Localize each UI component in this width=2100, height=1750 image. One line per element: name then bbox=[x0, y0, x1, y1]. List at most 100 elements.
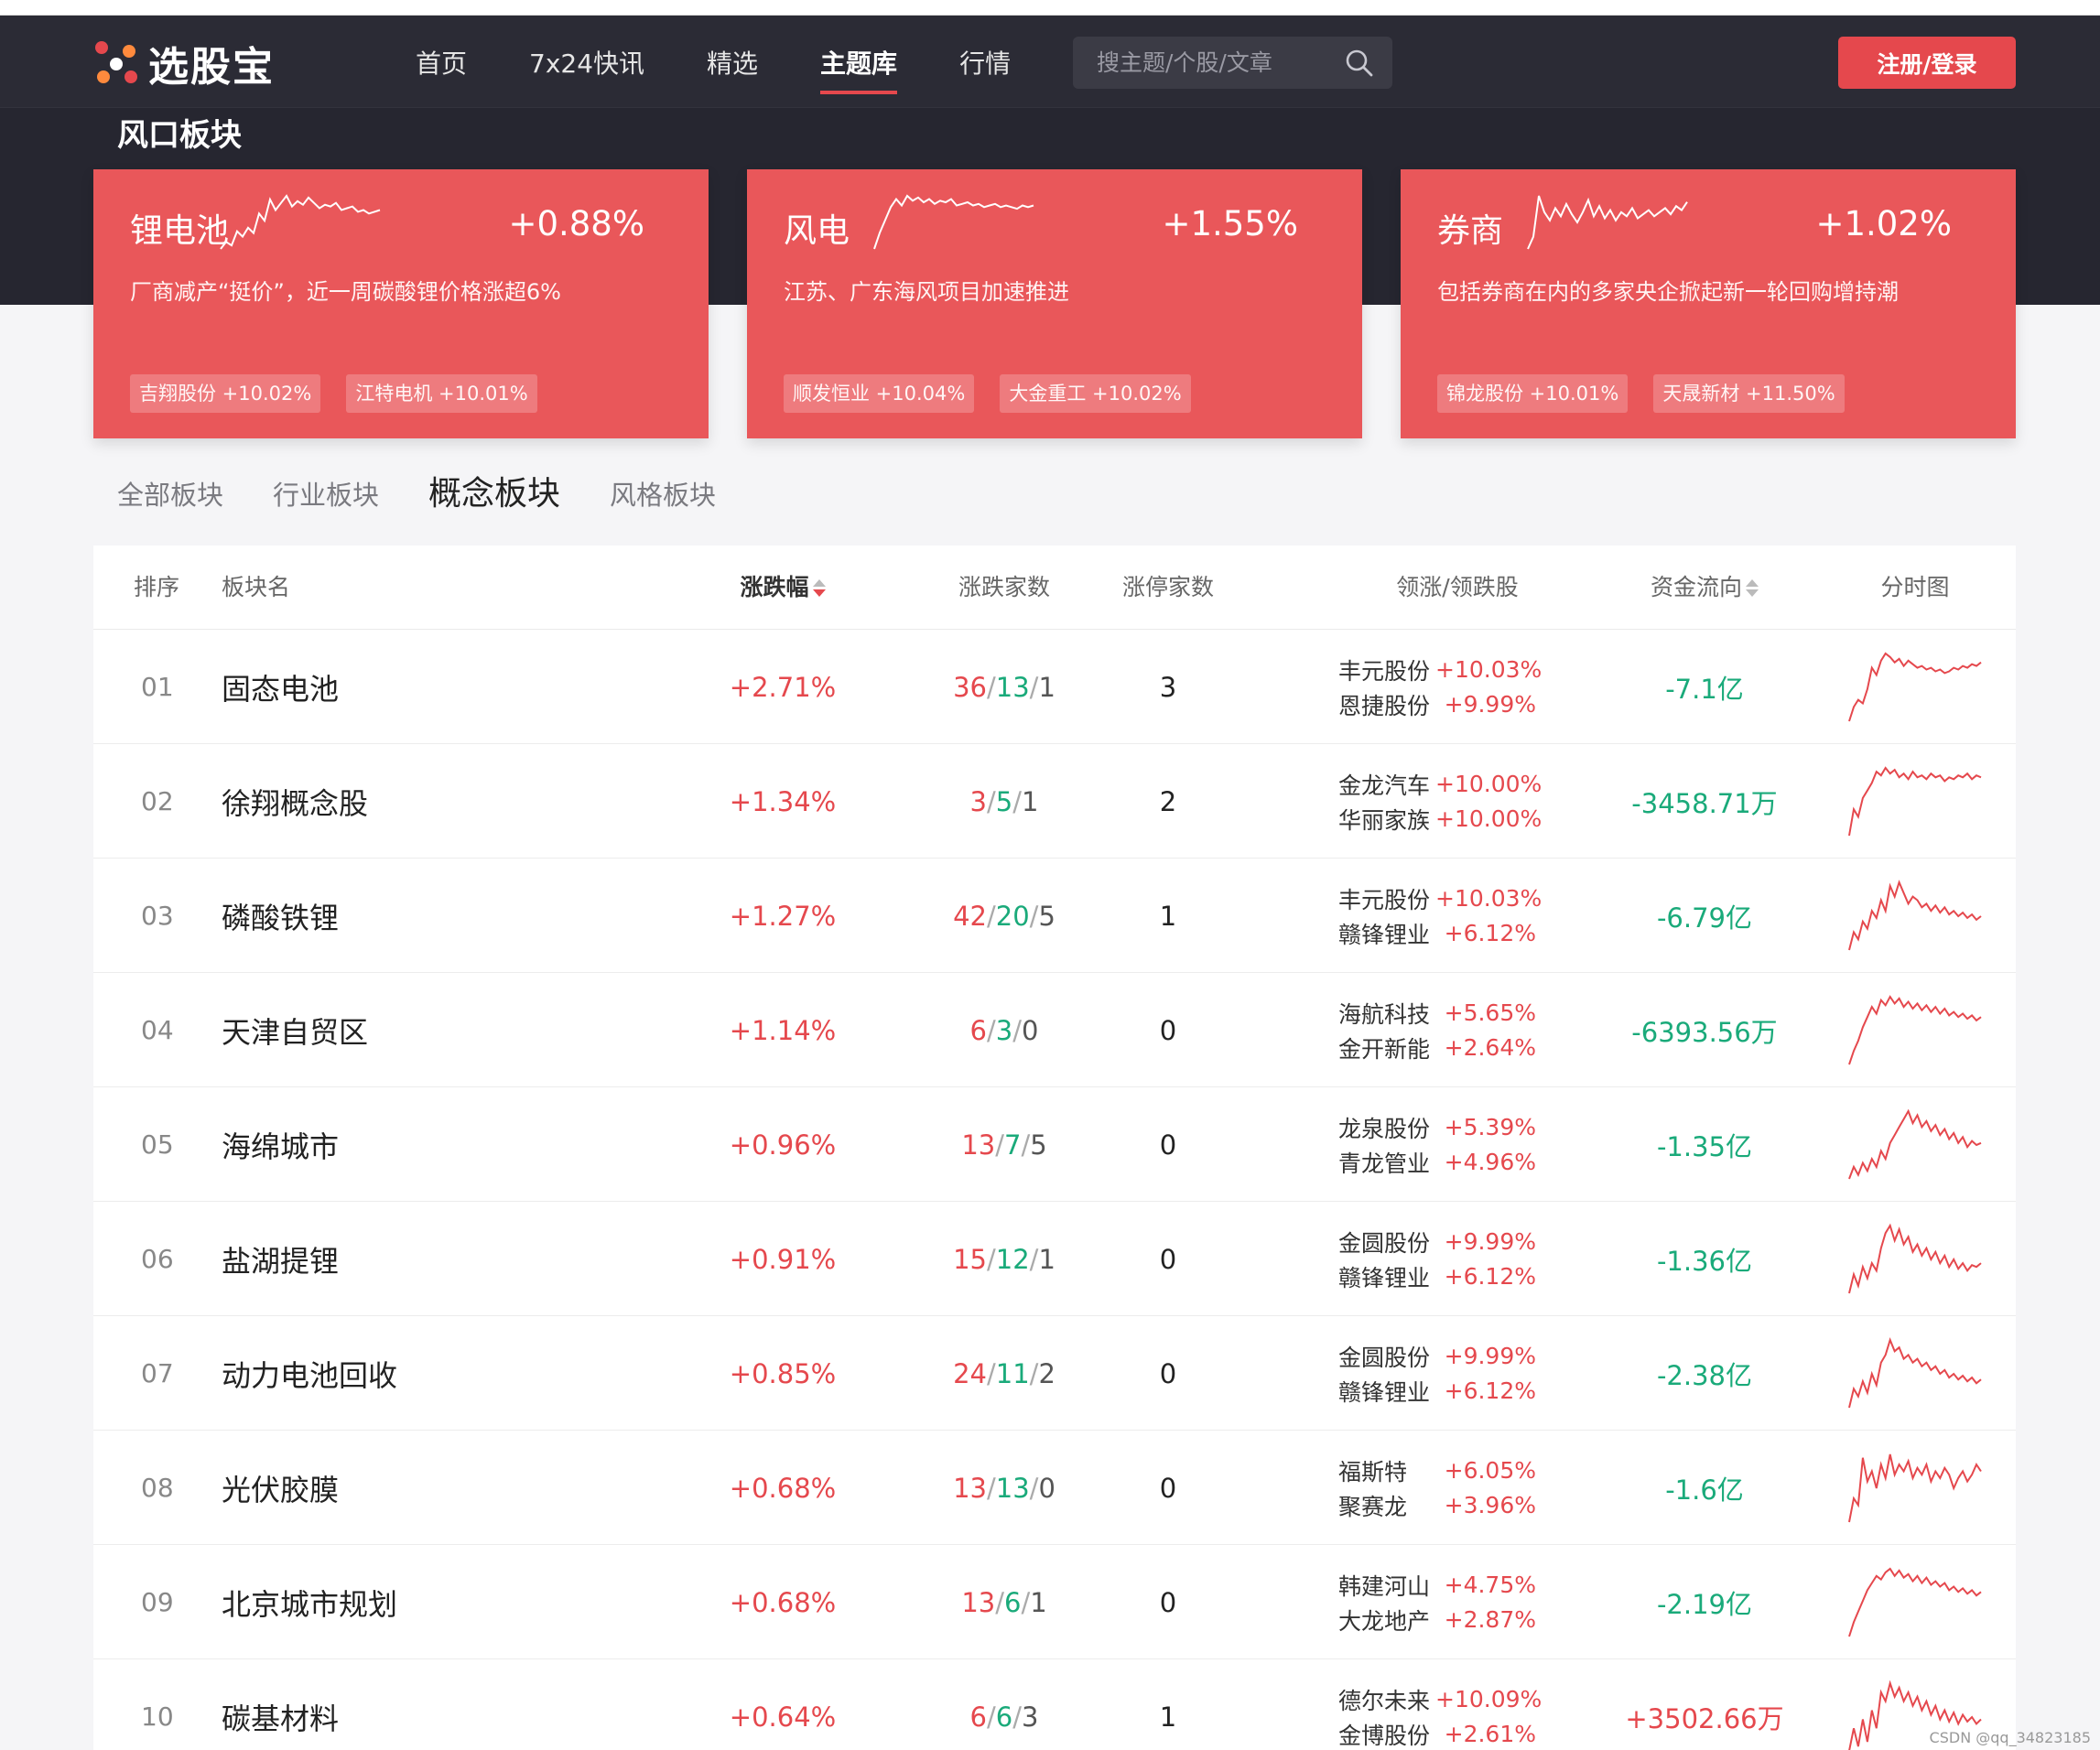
row-sector-name[interactable]: 徐翔概念股 bbox=[222, 744, 368, 859]
nav-item-flash-news[interactable]: 7x24快讯 bbox=[498, 16, 676, 108]
count-separator: / bbox=[1029, 671, 1039, 703]
login-register-button[interactable]: 注册/登录 bbox=[1838, 37, 2016, 89]
nav-item-market[interactable]: 行情 bbox=[928, 16, 1042, 108]
site-logo[interactable]: 选股宝 bbox=[95, 38, 275, 91]
row-down-count: 20 bbox=[995, 900, 1030, 932]
row-up-count: 42 bbox=[953, 900, 987, 932]
leader-stock[interactable]: 青龙管业 +4.96% bbox=[1338, 1147, 1536, 1178]
leader-stock-name: 赣锋锂业 bbox=[1338, 1378, 1431, 1406]
leader-stock[interactable]: 金圆股份 +9.99% bbox=[1338, 1341, 1536, 1372]
row-leaders: 韩建河山 +4.75% 大龙地产 +2.87% bbox=[1338, 1545, 1576, 1659]
leader-stock[interactable]: 福斯特 +6.05% bbox=[1338, 1455, 1536, 1486]
row-intraday-chart[interactable] bbox=[1842, 1545, 1988, 1659]
leader-stock[interactable]: 金开新能 +2.64% bbox=[1338, 1032, 1536, 1064]
row-up-down-counts: 36/13/1 bbox=[908, 630, 1100, 744]
row-intraday-chart[interactable] bbox=[1842, 973, 1988, 1087]
leader-stock-name: 赣锋锂业 bbox=[1338, 1264, 1431, 1291]
hot-card-stock-chip[interactable]: 江特电机 +10.01% bbox=[346, 374, 537, 413]
tab-all-sectors[interactable]: 全部板块 bbox=[117, 474, 223, 513]
leader-stock[interactable]: 海航科技 +5.65% bbox=[1338, 998, 1536, 1029]
hot-card-description: 包括券商在内的多家央企掀起新一轮回购增持潮 bbox=[1437, 279, 1899, 305]
sparkline-path bbox=[1848, 879, 1982, 950]
leader-stock-name: 丰元股份 bbox=[1338, 886, 1431, 913]
hot-card[interactable]: 锂电池 +0.88% 厂商减产“挺价”，近一周碳酸锂价格涨超6% 吉翔股份 +1… bbox=[93, 169, 709, 438]
hot-card[interactable]: 券商 +1.02% 包括券商在内的多家央企掀起新一轮回购增持潮 锦龙股份 +10… bbox=[1401, 169, 2016, 438]
header-fund-flow-sort[interactable]: 资金流向 bbox=[1595, 546, 1814, 630]
table-row[interactable]: 05 海绵城市 +0.96% 13/7/5 0 龙泉股份 +5.39% 青龙管业 +4.96% -… bbox=[93, 1087, 2016, 1202]
hot-card-stock-chip[interactable]: 顺发恒业 +10.04% bbox=[784, 374, 975, 413]
hot-card-stock-chip[interactable]: 锦龙股份 +10.01% bbox=[1437, 374, 1629, 413]
leader-stock-change: +4.96% bbox=[1444, 1149, 1536, 1175]
nav-item-theme-library[interactable]: 主题库 bbox=[789, 16, 928, 108]
table-row[interactable]: 08 光伏胶膜 +0.68% 13/13/0 0 福斯特 +6.05% 聚赛龙 +3.96% -1… bbox=[93, 1431, 2016, 1545]
hot-card-stock-chip[interactable]: 天晟新材 +11.50% bbox=[1653, 374, 1845, 413]
table-row[interactable]: 07 动力电池回收 +0.85% 24/11/2 0 金圆股份 +9.99% 赣锋锂业 +6.1… bbox=[93, 1316, 2016, 1431]
count-separator: / bbox=[1021, 1129, 1031, 1161]
leader-stock[interactable]: 恩捷股份 +9.99% bbox=[1338, 689, 1536, 720]
sparkline-path bbox=[220, 194, 381, 250]
row-intraday-chart[interactable] bbox=[1842, 1316, 1988, 1431]
leader-stock[interactable]: 赣锋锂业 +6.12% bbox=[1338, 918, 1536, 949]
nav-item-featured[interactable]: 精选 bbox=[676, 16, 789, 108]
search-input[interactable] bbox=[1097, 49, 1335, 76]
hot-card-stock-chip[interactable]: 吉翔股份 +10.02% bbox=[130, 374, 321, 413]
leader-stock[interactable]: 赣锋锂业 +6.12% bbox=[1338, 1261, 1536, 1292]
hot-card[interactable]: 风电 +1.55% 江苏、广东海风项目加速推进 顺发恒业 +10.04% 大金重… bbox=[747, 169, 1362, 438]
nav-item-home[interactable]: 首页 bbox=[384, 16, 498, 108]
table-row[interactable]: 10 碳基材料 +0.64% 6/6/3 1 德尔未来 +10.09% 金博股份 +2.61% +… bbox=[93, 1659, 2016, 1750]
row-sector-name[interactable]: 北京城市规划 bbox=[222, 1545, 397, 1659]
table-row[interactable]: 04 天津自贸区 +1.14% 6/3/0 0 海航科技 +5.65% 金开新能 +2.64% -… bbox=[93, 973, 2016, 1087]
hot-card-stock-chip[interactable]: 大金重工 +10.02% bbox=[1000, 374, 1191, 413]
count-separator: / bbox=[1029, 1243, 1039, 1275]
row-sector-name[interactable]: 海绵城市 bbox=[222, 1087, 339, 1202]
leader-stock-change: +2.61% bbox=[1444, 1721, 1536, 1747]
leader-stock[interactable]: 龙泉股份 +5.39% bbox=[1338, 1112, 1536, 1143]
leader-stock[interactable]: 金博股份 +2.61% bbox=[1338, 1719, 1536, 1750]
row-intraday-chart[interactable] bbox=[1842, 859, 1988, 973]
search-icon[interactable] bbox=[1345, 49, 1374, 78]
row-sector-name[interactable]: 盐湖提锂 bbox=[222, 1202, 339, 1316]
row-limit-up-count: 1 bbox=[1159, 1701, 1177, 1733]
header-counts: 涨跌家数 bbox=[958, 574, 1050, 600]
row-sector-name[interactable]: 碳基材料 bbox=[222, 1659, 339, 1750]
leader-stock-name: 福斯特 bbox=[1338, 1458, 1408, 1485]
row-intraday-chart[interactable] bbox=[1842, 1202, 1988, 1316]
table-row[interactable]: 09 北京城市规划 +0.68% 13/6/1 0 韩建河山 +4.75% 大龙地产 +2.87… bbox=[93, 1545, 2016, 1659]
row-sector-name[interactable]: 天津自贸区 bbox=[222, 973, 368, 1087]
header-change-sort[interactable]: 涨跌幅 bbox=[705, 546, 861, 630]
leader-stock[interactable]: 华丽家族 +10.00% bbox=[1338, 804, 1542, 835]
row-limit-up-count: 0 bbox=[1159, 1586, 1177, 1618]
row-up-down-counts: 6/6/3 bbox=[908, 1659, 1100, 1750]
leader-stock-change: +9.99% bbox=[1444, 691, 1536, 718]
leader-stock[interactable]: 金龙汽车 +10.00% bbox=[1338, 769, 1542, 800]
row-fund-flow: -1.35亿 bbox=[1656, 1130, 1753, 1162]
leader-stock[interactable]: 赣锋锂业 +6.12% bbox=[1338, 1376, 1536, 1407]
leader-stock[interactable]: 丰元股份 +10.03% bbox=[1338, 654, 1542, 686]
leader-stock[interactable]: 金圆股份 +9.99% bbox=[1338, 1226, 1536, 1258]
leader-stock-change: +2.64% bbox=[1444, 1034, 1536, 1061]
row-sector-name[interactable]: 光伏胶膜 bbox=[222, 1431, 339, 1545]
table-row[interactable]: 01 固态电池 +2.71% 36/13/1 3 丰元股份 +10.03% 恩捷股份 +9.99… bbox=[93, 630, 2016, 744]
leader-stock-name: 德尔未来 bbox=[1338, 1687, 1431, 1714]
table-row[interactable]: 02 徐翔概念股 +1.34% 3/5/1 2 金龙汽车 +10.00% 华丽家族 +10.00… bbox=[93, 744, 2016, 859]
leader-stock[interactable]: 大龙地产 +2.87% bbox=[1338, 1604, 1536, 1636]
row-sector-name[interactable]: 固态电池 bbox=[222, 630, 339, 744]
row-leaders: 丰元股份 +10.03% 恩捷股份 +9.99% bbox=[1338, 630, 1576, 744]
leader-stock[interactable]: 韩建河山 +4.75% bbox=[1338, 1570, 1536, 1601]
header-name: 板块名 bbox=[222, 574, 291, 600]
tab-concept-sectors[interactable]: 概念板块 bbox=[428, 467, 560, 514]
tab-industry-sectors[interactable]: 行业板块 bbox=[273, 474, 379, 513]
row-intraday-chart[interactable] bbox=[1842, 744, 1988, 859]
leader-stock[interactable]: 德尔未来 +10.09% bbox=[1338, 1684, 1542, 1715]
row-intraday-chart[interactable] bbox=[1842, 1431, 1988, 1545]
count-separator: / bbox=[986, 1472, 996, 1504]
tab-style-sectors[interactable]: 风格板块 bbox=[610, 474, 716, 513]
row-intraday-chart[interactable] bbox=[1842, 630, 1988, 744]
row-intraday-chart[interactable] bbox=[1842, 1087, 1988, 1202]
table-row[interactable]: 03 磷酸铁锂 +1.27% 42/20/5 1 丰元股份 +10.03% 赣锋锂业 +6.12… bbox=[93, 859, 2016, 973]
leader-stock[interactable]: 丰元股份 +10.03% bbox=[1338, 883, 1542, 914]
row-sector-name[interactable]: 动力电池回收 bbox=[222, 1316, 397, 1431]
row-sector-name[interactable]: 磷酸铁锂 bbox=[222, 859, 339, 973]
leader-stock[interactable]: 聚赛龙 +3.96% bbox=[1338, 1490, 1536, 1521]
table-row[interactable]: 06 盐湖提锂 +0.91% 15/12/1 0 金圆股份 +9.99% 赣锋锂业 +6.12%… bbox=[93, 1202, 2016, 1316]
